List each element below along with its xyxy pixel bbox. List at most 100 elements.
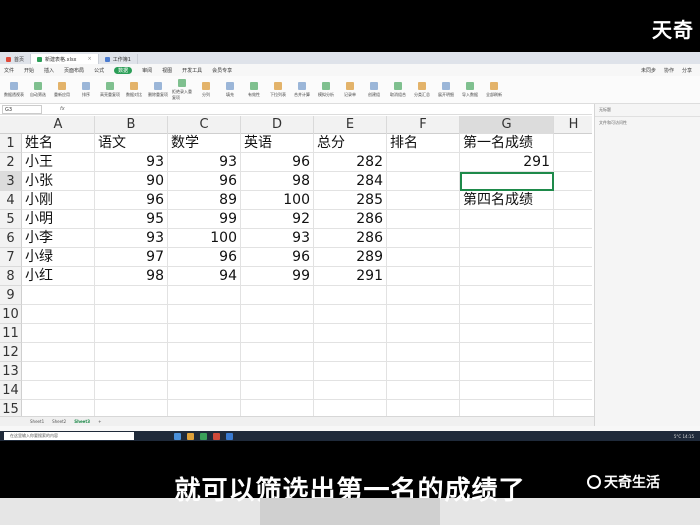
table-cell[interactable] <box>387 153 460 172</box>
table-cell[interactable] <box>22 286 95 305</box>
collaborate-button[interactable]: 协作 <box>664 67 674 74</box>
table-cell[interactable]: 99 <box>168 210 241 229</box>
table-cell[interactable] <box>460 362 554 381</box>
table-cell[interactable] <box>95 400 168 416</box>
folder-icon[interactable] <box>187 432 194 440</box>
table-cell[interactable] <box>554 134 592 153</box>
ribbon-button[interactable]: 记录单 <box>340 81 360 98</box>
table-cell[interactable] <box>314 343 387 362</box>
table-cell[interactable] <box>95 343 168 362</box>
table-cell[interactable] <box>554 286 592 305</box>
column-header[interactable]: F <box>387 116 460 134</box>
app-icon[interactable] <box>213 432 220 440</box>
table-cell[interactable] <box>22 305 95 324</box>
table-cell[interactable]: 100 <box>241 191 314 210</box>
ribbon-button[interactable]: 分类汇总 <box>412 81 432 98</box>
table-cell[interactable] <box>314 400 387 416</box>
menu-developer[interactable]: 开发工具 <box>182 67 202 74</box>
table-cell[interactable]: 286 <box>314 210 387 229</box>
table-cell[interactable] <box>460 210 554 229</box>
row-header[interactable]: 7 <box>0 248 22 267</box>
row-header[interactable]: 9 <box>0 286 22 305</box>
menu-home[interactable]: 开始 <box>24 67 34 74</box>
table-cell[interactable] <box>95 381 168 400</box>
table-cell[interactable] <box>387 400 460 416</box>
menu-review[interactable]: 审阅 <box>142 67 152 74</box>
sheet-tab[interactable]: Sheet2 <box>52 419 66 424</box>
table-cell[interactable]: 98 <box>95 267 168 286</box>
sheet-tab-active[interactable]: Sheet3 <box>74 419 90 424</box>
table-cell[interactable] <box>554 267 592 286</box>
table-cell[interactable]: 数学 <box>168 134 241 153</box>
table-cell[interactable] <box>387 343 460 362</box>
table-cell[interactable] <box>387 267 460 286</box>
table-cell[interactable] <box>387 172 460 191</box>
table-cell[interactable]: 英语 <box>241 134 314 153</box>
table-cell[interactable] <box>387 229 460 248</box>
table-cell[interactable]: 92 <box>241 210 314 229</box>
table-cell[interactable]: 小李 <box>22 229 95 248</box>
table-cell[interactable] <box>460 229 554 248</box>
row-header[interactable]: 2 <box>0 153 22 172</box>
ribbon-button[interactable]: 数据透视表 <box>4 81 24 98</box>
name-box[interactable]: G3 <box>2 104 42 114</box>
function-icon[interactable]: fx <box>60 106 65 112</box>
table-cell[interactable] <box>387 324 460 343</box>
table-cell[interactable] <box>554 248 592 267</box>
table-cell[interactable] <box>241 400 314 416</box>
taskbar-search-input[interactable]: 在这里输入你要搜索的内容 <box>4 432 134 440</box>
table-cell[interactable]: 93 <box>241 229 314 248</box>
table-cell[interactable] <box>168 324 241 343</box>
table-cell[interactable]: 100 <box>168 229 241 248</box>
table-cell[interactable]: 93 <box>95 229 168 248</box>
table-cell[interactable]: 286 <box>314 229 387 248</box>
table-cell[interactable] <box>241 286 314 305</box>
table-cell[interactable] <box>460 248 554 267</box>
table-cell[interactable] <box>554 191 592 210</box>
table-cell[interactable]: 285 <box>314 191 387 210</box>
row-header[interactable]: 6 <box>0 229 22 248</box>
ribbon-button[interactable]: 填充 <box>220 81 240 98</box>
table-cell[interactable]: 289 <box>314 248 387 267</box>
ribbon-button[interactable]: 有效性 <box>244 81 264 98</box>
column-header[interactable]: A <box>22 116 95 134</box>
table-cell[interactable] <box>554 305 592 324</box>
table-cell[interactable] <box>168 400 241 416</box>
table-cell[interactable] <box>314 362 387 381</box>
row-header[interactable]: 14 <box>0 381 22 400</box>
add-sheet-button[interactable]: + <box>98 419 101 424</box>
sync-button[interactable]: 未同步 <box>641 67 656 74</box>
table-cell[interactable]: 小绿 <box>22 248 95 267</box>
ribbon-button[interactable]: 下拉列表 <box>268 81 288 98</box>
table-cell[interactable] <box>168 362 241 381</box>
table-cell[interactable]: 第四名成绩 <box>460 191 554 210</box>
ribbon-button[interactable]: 取消组合 <box>388 81 408 98</box>
table-cell[interactable] <box>387 305 460 324</box>
table-cell[interactable]: 小红 <box>22 267 95 286</box>
table-cell[interactable] <box>241 381 314 400</box>
table-cell[interactable]: 小张 <box>22 172 95 191</box>
ribbon-button[interactable]: 模拟分析 <box>316 81 336 98</box>
ribbon-button[interactable]: 排序 <box>76 81 96 98</box>
column-header[interactable]: E <box>314 116 387 134</box>
table-cell[interactable] <box>554 381 592 400</box>
table-cell[interactable] <box>168 305 241 324</box>
app-icon[interactable] <box>226 432 233 440</box>
menu-member[interactable]: 会员专享 <box>212 67 232 74</box>
table-cell[interactable] <box>95 286 168 305</box>
tab-spreadsheet[interactable]: 新建表格.xlsx × <box>31 54 99 64</box>
table-cell[interactable]: 96 <box>241 153 314 172</box>
menu-data[interactable]: 数据 <box>114 66 133 74</box>
row-header[interactable]: 11 <box>0 324 22 343</box>
table-cell[interactable] <box>314 286 387 305</box>
table-cell[interactable] <box>460 324 554 343</box>
table-cell[interactable]: 282 <box>314 153 387 172</box>
ribbon-button[interactable]: 全部刷新 <box>484 81 504 98</box>
table-cell[interactable]: 小王 <box>22 153 95 172</box>
column-header[interactable]: D <box>241 116 314 134</box>
spreadsheet-grid[interactable]: ABCDEFGH 1 2 3 4 5 6 7 8 9 10 11 12 13 14 15 姓名 语文 数学 英语 总分… <box>0 116 592 416</box>
table-cell[interactable] <box>241 324 314 343</box>
table-cell[interactable] <box>460 286 554 305</box>
table-cell[interactable] <box>387 362 460 381</box>
row-header[interactable]: 3 <box>0 172 22 191</box>
